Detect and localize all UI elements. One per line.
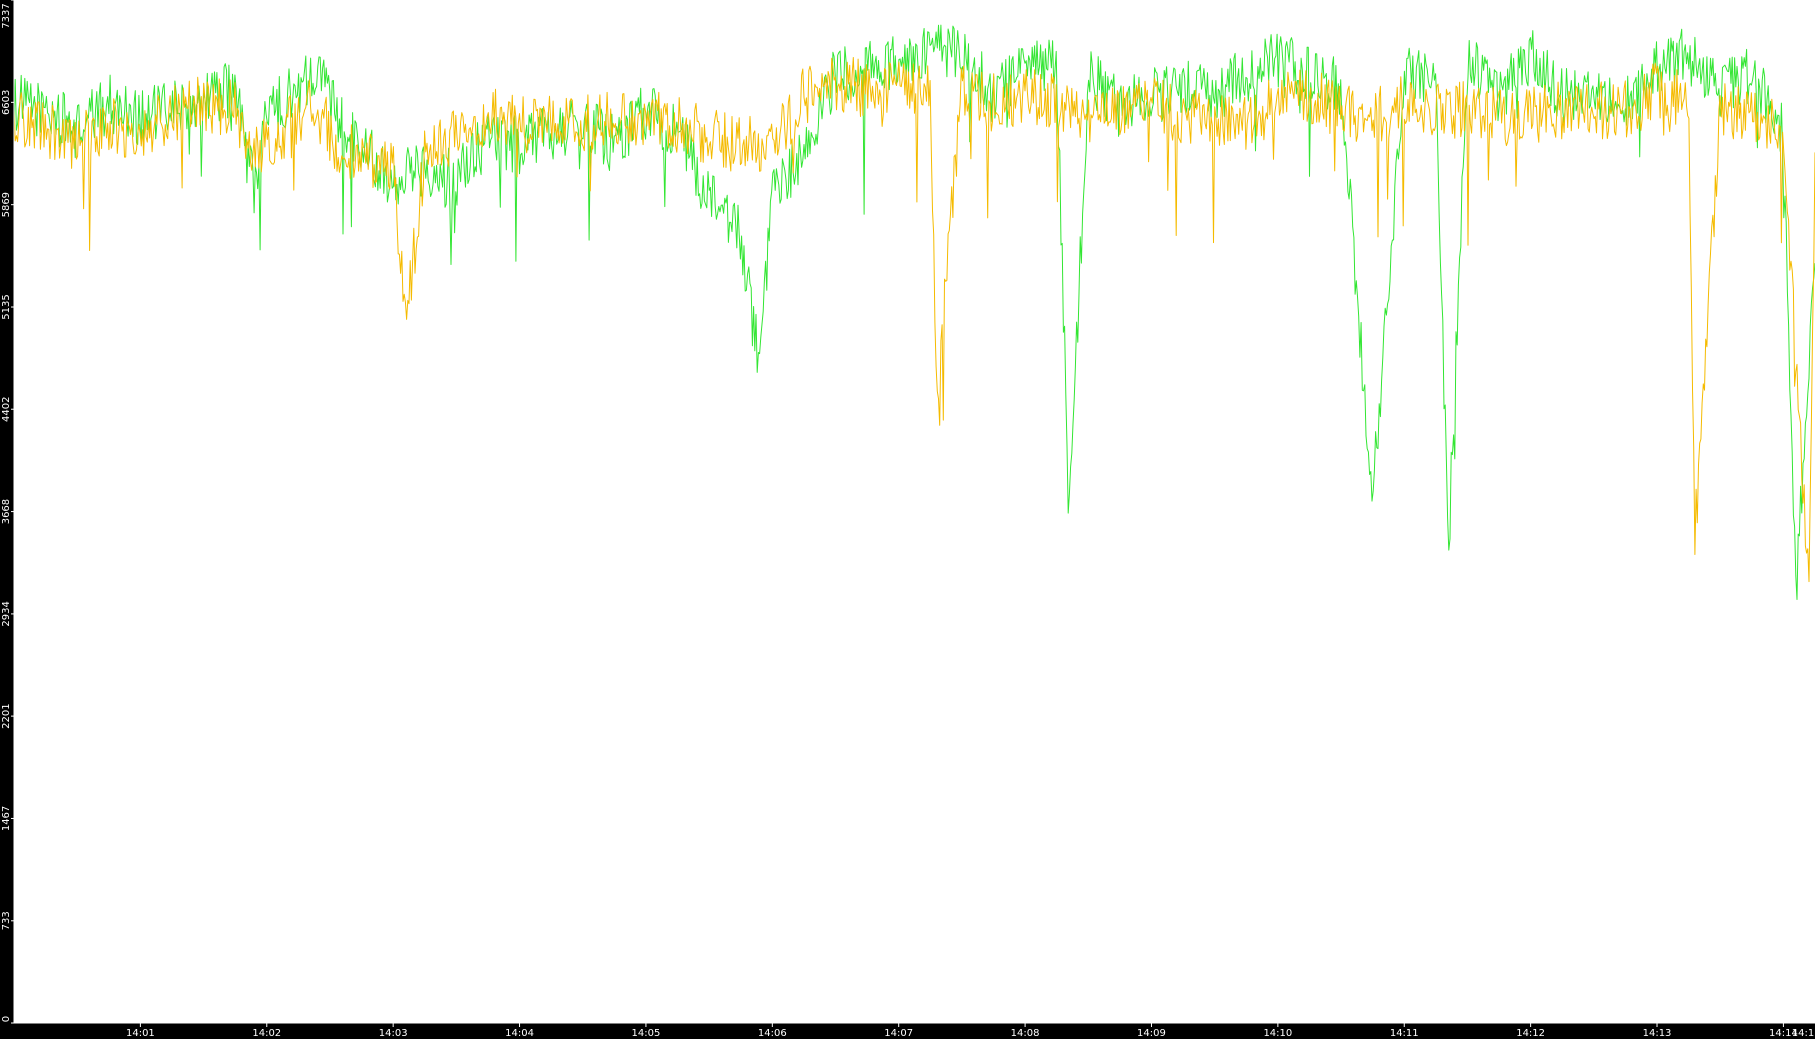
x-tick-label: 14:06 <box>758 1028 787 1039</box>
y-tick-label: 7337 <box>1 3 12 28</box>
x-tick-label: 14:05 <box>632 1028 661 1039</box>
x-tick-label: 14:09 <box>1137 1028 1166 1039</box>
y-tick-label: 0 <box>1 1016 12 1022</box>
y-tick-label: 2934 <box>1 601 12 626</box>
x-tick-label: 14:10 <box>1263 1028 1292 1039</box>
y-tick-label: 1467 <box>1 806 12 831</box>
x-tick-label: 14:04 <box>505 1028 534 1039</box>
x-tick-label: 14:03 <box>379 1028 408 1039</box>
line-chart: 0 733 1467 2201 2934 3668 4402 5135 5869 6603 7337… <box>0 0 1815 1039</box>
x-tick-label: 14:07 <box>884 1028 913 1039</box>
x-tick-label: 14:13 <box>1643 1028 1672 1039</box>
y-tick-label: 5135 <box>1 294 12 319</box>
chart-canvas: 0 733 1467 2201 2934 3668 4402 5135 5869 6603 7337… <box>0 0 1815 1039</box>
x-tick-label: 14:08 <box>1011 1028 1040 1039</box>
x-tick-label: 14:11 <box>1390 1028 1419 1039</box>
y-tick-label: 6603 <box>1 90 12 115</box>
x-tick-label: 14:01 <box>126 1028 155 1039</box>
y-tick-label: 2201 <box>1 703 12 728</box>
x-tick-label: 14:1 <box>1792 1028 1814 1039</box>
y-tick-label: 5869 <box>1 192 12 217</box>
x-tick-label: 14:02 <box>252 1028 281 1039</box>
y-tick-label: 3668 <box>1 499 12 524</box>
y-tick-label: 733 <box>1 911 12 930</box>
y-tick-label: 4402 <box>1 397 12 422</box>
x-tick-label: 14:12 <box>1516 1028 1545 1039</box>
